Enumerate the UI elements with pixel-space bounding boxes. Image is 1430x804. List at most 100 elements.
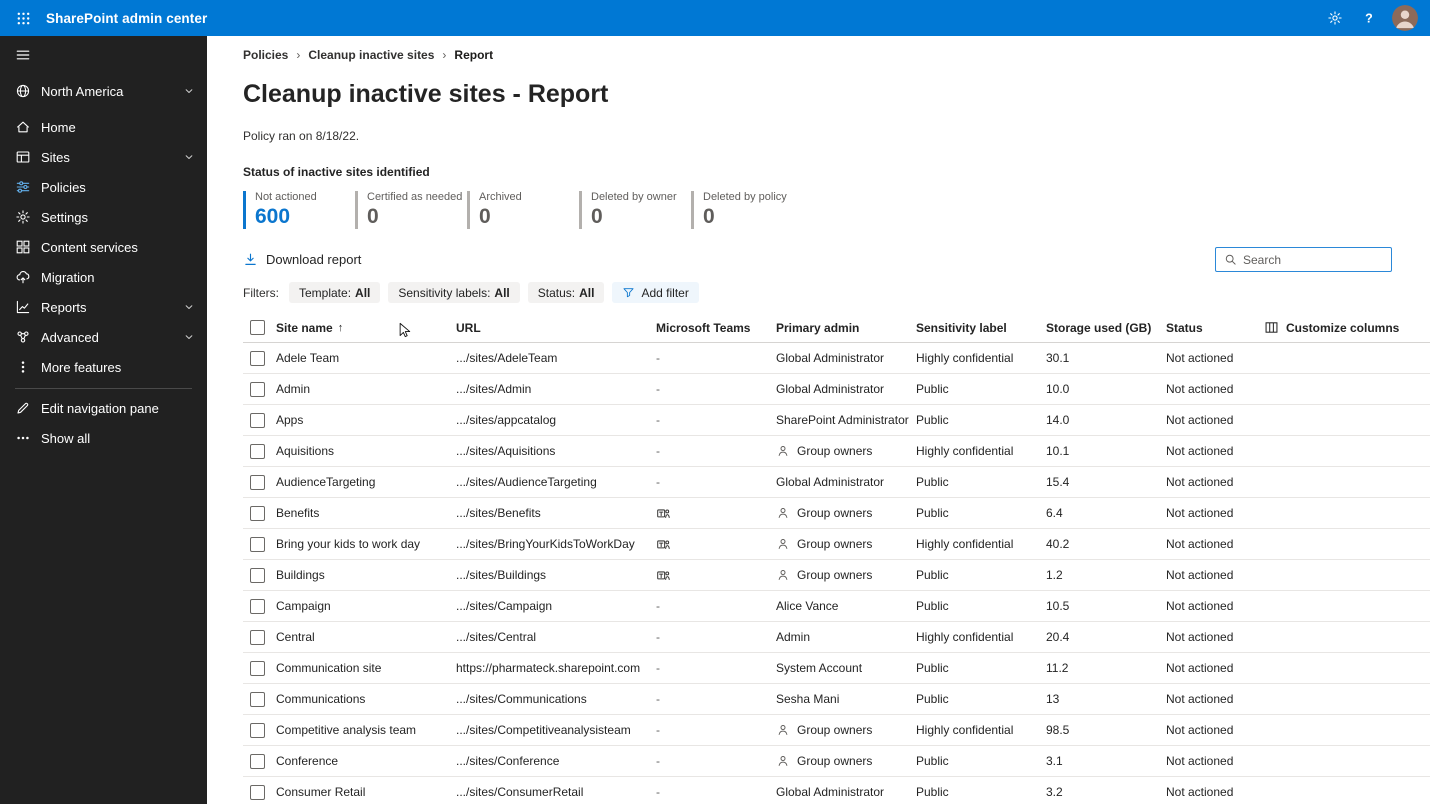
table-row[interactable]: Conference .../sites/Conference - Group … xyxy=(243,746,1430,777)
sensitivity-cell: Highly confidential xyxy=(916,630,1046,644)
sidebar-item[interactable]: Home xyxy=(0,112,207,142)
sidebar-item[interactable]: Migration xyxy=(0,262,207,292)
site-url-cell: .../sites/Conference xyxy=(456,754,656,768)
row-checkbox[interactable] xyxy=(250,754,265,769)
status-stat: Deleted by owner 0 xyxy=(579,191,691,229)
storage-cell: 3.1 xyxy=(1046,754,1166,768)
row-checkbox[interactable] xyxy=(250,630,265,645)
column-header-primary-admin[interactable]: Primary admin xyxy=(776,321,916,335)
filter-pill[interactable]: Status:All xyxy=(528,282,605,303)
download-report-label: Download report xyxy=(266,252,361,267)
primary-admin-cell: Admin xyxy=(776,630,916,644)
table-row[interactable]: Communication site https://pharmateck.sh… xyxy=(243,653,1430,684)
svg-text:?: ? xyxy=(1365,12,1373,26)
storage-cell: 1.2 xyxy=(1046,568,1166,582)
site-name-cell: Bring your kids to work day xyxy=(276,537,456,551)
sidebar-item[interactable]: Show all xyxy=(0,423,207,453)
table-row[interactable]: Bring your kids to work day .../sites/Br… xyxy=(243,529,1430,560)
primary-admin-cell: Global Administrator xyxy=(776,351,916,365)
primary-admin-cell: Group owners xyxy=(776,754,916,768)
row-checkbox[interactable] xyxy=(250,506,265,521)
app-launcher-button[interactable] xyxy=(0,0,46,36)
column-header-site-name[interactable]: Site name ↑ xyxy=(276,321,456,335)
chevron-down-icon xyxy=(183,331,195,343)
row-checkbox[interactable] xyxy=(250,599,265,614)
status-stat: Not actioned 600 xyxy=(243,191,355,229)
row-checkbox[interactable] xyxy=(250,692,265,707)
download-report-button[interactable]: Download report xyxy=(243,252,361,267)
teams-icon xyxy=(656,506,671,521)
sensitivity-cell: Public xyxy=(916,754,1046,768)
settings-button[interactable] xyxy=(1318,0,1352,36)
user-avatar[interactable] xyxy=(1392,5,1418,31)
row-checkbox[interactable] xyxy=(250,382,265,397)
table-row[interactable]: Consumer Retail .../sites/ConsumerRetail… xyxy=(243,777,1430,804)
row-checkbox[interactable] xyxy=(250,661,265,676)
row-checkbox[interactable] xyxy=(250,785,265,800)
table-row[interactable]: Campaign .../sites/Campaign - Alice Vanc… xyxy=(243,591,1430,622)
sidebar-item[interactable]: Policies xyxy=(0,172,207,202)
table-row[interactable]: Apps .../sites/appcatalog - SharePoint A… xyxy=(243,405,1430,436)
row-checkbox[interactable] xyxy=(250,537,265,552)
site-name-cell: Admin xyxy=(276,382,456,396)
breadcrumb-item[interactable]: Policies xyxy=(243,48,288,62)
filter-pill[interactable]: Sensitivity labels:All xyxy=(388,282,519,303)
site-name-cell: Communication site xyxy=(276,661,456,675)
sidebar-item-label: Advanced xyxy=(41,330,99,345)
column-header-status[interactable]: Status xyxy=(1166,321,1264,335)
primary-admin-label: System Account xyxy=(776,661,862,675)
search-input[interactable] xyxy=(1243,253,1383,267)
nav-collapse-button[interactable] xyxy=(0,36,207,74)
customize-columns-button[interactable]: Customize columns xyxy=(1264,320,1430,335)
sidebar-item-label: Content services xyxy=(41,240,138,255)
add-filter-button[interactable]: Add filter xyxy=(612,282,698,303)
table-row[interactable]: AudienceTargeting .../sites/AudienceTarg… xyxy=(243,467,1430,498)
breadcrumb-item[interactable]: Cleanup inactive sites xyxy=(308,48,434,62)
status-cell: Not actioned xyxy=(1166,661,1264,675)
sidebar-item[interactable]: Settings xyxy=(0,202,207,232)
sidebar-item[interactable]: Advanced xyxy=(0,322,207,352)
filter-icon xyxy=(622,286,635,299)
table-row[interactable]: Aquisitions .../sites/Aquisitions - Grou… xyxy=(243,436,1430,467)
row-checkbox[interactable] xyxy=(250,475,265,490)
sidebar-item[interactable]: Content services xyxy=(0,232,207,262)
breadcrumb-segment: › Policies xyxy=(243,48,288,62)
column-header-teams[interactable]: Microsoft Teams xyxy=(656,321,776,335)
sidebar-divider xyxy=(15,388,192,389)
sensitivity-cell: Public xyxy=(916,661,1046,675)
stats-heading: Status of inactive sites identified xyxy=(243,165,1430,179)
site-url-cell: .../sites/Aquisitions xyxy=(456,444,656,458)
breadcrumb-item[interactable]: Report xyxy=(454,48,493,62)
table-row[interactable]: Competitive analysis team .../sites/Comp… xyxy=(243,715,1430,746)
add-filter-label: Add filter xyxy=(641,286,688,300)
person-icon xyxy=(776,754,790,768)
primary-admin-label: Group owners xyxy=(797,506,872,520)
no-teams-marker: - xyxy=(656,630,660,644)
sidebar-item[interactable]: More features xyxy=(0,352,207,382)
status-cell: Not actioned xyxy=(1166,351,1264,365)
select-all-checkbox[interactable] xyxy=(250,320,265,335)
region-selector[interactable]: North America xyxy=(0,74,207,108)
sidebar-item[interactable]: Sites xyxy=(0,142,207,172)
table-row[interactable]: Communications .../sites/Communications … xyxy=(243,684,1430,715)
column-header-storage[interactable]: Storage used (GB) xyxy=(1046,321,1166,335)
sidebar-item[interactable]: Edit navigation pane xyxy=(0,393,207,423)
column-header-sensitivity[interactable]: Sensitivity label xyxy=(916,321,1046,335)
row-checkbox[interactable] xyxy=(250,444,265,459)
row-checkbox[interactable] xyxy=(250,568,265,583)
row-checkbox[interactable] xyxy=(250,723,265,738)
filter-pill[interactable]: Template:All xyxy=(289,282,380,303)
table-row[interactable]: Admin .../sites/Admin - Global Administr… xyxy=(243,374,1430,405)
help-button[interactable]: ? xyxy=(1352,0,1386,36)
stat-value: 600 xyxy=(255,205,355,229)
column-header-url[interactable]: URL xyxy=(456,321,656,335)
table-row[interactable]: Adele Team .../sites/AdeleTeam - Global … xyxy=(243,343,1430,374)
row-checkbox[interactable] xyxy=(250,351,265,366)
table-row[interactable]: Central .../sites/Central - Admin Highly… xyxy=(243,622,1430,653)
more-features-icon xyxy=(15,359,31,375)
chevron-down-icon xyxy=(183,301,195,313)
table-row[interactable]: Buildings .../sites/Buildings - Group ow… xyxy=(243,560,1430,591)
table-row[interactable]: Benefits .../sites/Benefits - Group owne… xyxy=(243,498,1430,529)
sidebar-item[interactable]: Reports xyxy=(0,292,207,322)
row-checkbox[interactable] xyxy=(250,413,265,428)
